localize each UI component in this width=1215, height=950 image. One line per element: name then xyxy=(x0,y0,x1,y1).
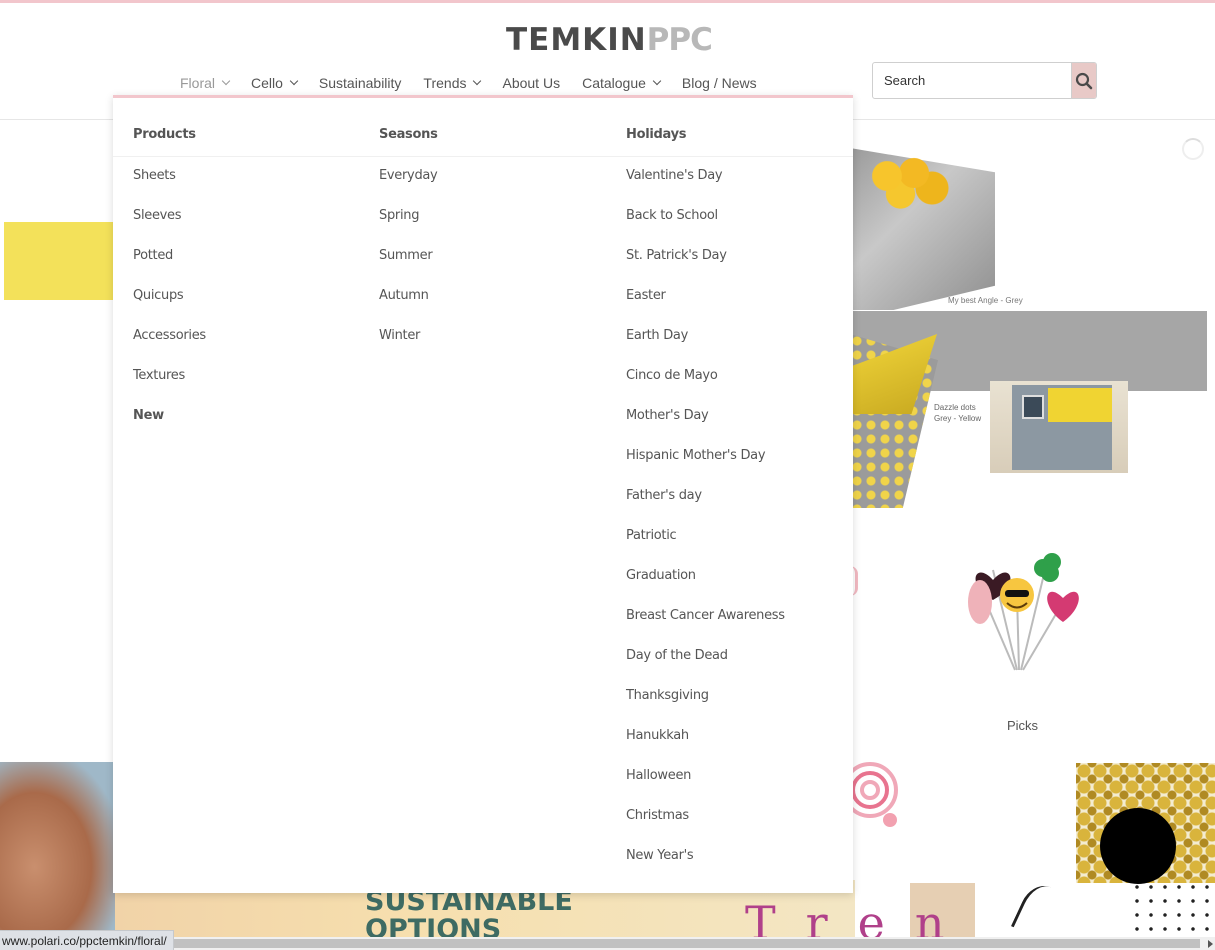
chevron-down-icon xyxy=(473,76,482,86)
nav-item-cello[interactable]: Cello xyxy=(251,75,299,91)
search-box xyxy=(872,62,1097,99)
menu-item-cinco-de-mayo[interactable]: Cinco de Mayo xyxy=(626,355,856,395)
menu-item-st-patricks-day[interactable]: St. Patrick's Day xyxy=(626,235,856,275)
caption-line: Grey - Yellow xyxy=(934,414,982,423)
browser-status-url: www.polari.co/ppctemkin/floral/ xyxy=(0,930,174,950)
search-icon xyxy=(1075,72,1093,89)
main-nav: Floral Cello Sustainability Trends About… xyxy=(180,72,779,94)
menu-item-sleeves[interactable]: Sleeves xyxy=(133,195,363,235)
menu-column-products: Products Sheets Sleeves Potted Quicups A… xyxy=(133,98,363,435)
search-button[interactable] xyxy=(1071,63,1096,98)
chevron-down-icon xyxy=(221,76,231,86)
chevron-down-icon xyxy=(289,76,299,86)
nav-item-about-us[interactable]: About Us xyxy=(502,75,560,91)
menu-item-everyday[interactable]: Everyday xyxy=(379,155,609,195)
floral-mega-menu: Products Sheets Sleeves Potted Quicups A… xyxy=(113,95,853,893)
chevron-down-icon xyxy=(652,76,662,86)
menu-item-mothers-day[interactable]: Mother's Day xyxy=(626,395,856,435)
pink-spiral-image xyxy=(850,762,898,827)
menu-item-summer[interactable]: Summer xyxy=(379,235,609,275)
menu-column-seasons: Seasons Everyday Spring Summer Autumn Wi… xyxy=(379,98,609,355)
menu-item-quicups[interactable]: Quicups xyxy=(133,275,363,315)
menu-item-easter[interactable]: Easter xyxy=(626,275,856,315)
menu-item-graduation[interactable]: Graduation xyxy=(626,555,856,595)
nav-item-sustainability[interactable]: Sustainability xyxy=(319,75,402,91)
horizontal-scrollbar[interactable] xyxy=(0,937,1215,950)
menu-item-back-to-school[interactable]: Back to School xyxy=(626,195,856,235)
pen-image xyxy=(1010,878,1070,944)
menu-item-breast-cancer-awareness[interactable]: Breast Cancer Awareness xyxy=(626,595,856,635)
nav-item-trends[interactable]: Trends xyxy=(423,75,482,91)
dot-pattern xyxy=(1130,880,1215,937)
menu-item-new[interactable]: New xyxy=(133,395,363,435)
menu-heading-products[interactable]: Products xyxy=(133,98,363,155)
image-caption-dazzle: Dazzle dots Grey - Yellow xyxy=(934,402,981,424)
nav-label: Cello xyxy=(251,75,283,91)
menu-item-day-of-the-dead[interactable]: Day of the Dead xyxy=(626,635,856,675)
logo-text: TEMKIN xyxy=(506,22,647,58)
nav-label: About Us xyxy=(502,75,561,91)
house-window xyxy=(1022,395,1044,419)
nav-label: Floral xyxy=(180,75,216,91)
menu-item-halloween[interactable]: Halloween xyxy=(626,755,856,795)
nav-label: Trends xyxy=(423,75,467,91)
image-caption: My best Angle - Grey xyxy=(948,296,1023,305)
menu-item-autumn[interactable]: Autumn xyxy=(379,275,609,315)
menu-column-holidays: Holidays Valentine's Day Back to School … xyxy=(626,98,856,875)
nav-label: Sustainability xyxy=(318,75,402,91)
brand-logo[interactable]: TEMKIN PPC xyxy=(506,22,713,58)
menu-item-accessories[interactable]: Accessories xyxy=(133,315,363,355)
logo-accent-text: PPC xyxy=(646,22,713,58)
nav-item-blog-news[interactable]: Blog / News xyxy=(682,75,757,91)
menu-item-christmas[interactable]: Christmas xyxy=(626,795,856,835)
loading-spinner-icon xyxy=(1182,138,1204,160)
nav-label: Blog / News xyxy=(681,75,757,91)
scroll-right-arrow-icon[interactable] xyxy=(1208,940,1213,948)
black-circle-decoration xyxy=(1100,808,1176,884)
picks-label[interactable]: Picks xyxy=(1007,718,1038,733)
menu-heading-seasons[interactable]: Seasons xyxy=(379,98,609,155)
menu-item-new-years[interactable]: New Year's xyxy=(626,835,856,875)
nav-label: Catalogue xyxy=(582,75,646,91)
menu-heading-holidays[interactable]: Holidays xyxy=(626,98,856,155)
menu-item-hanukkah[interactable]: Hanukkah xyxy=(626,715,856,755)
nav-item-floral[interactable]: Floral xyxy=(180,75,231,91)
menu-item-textures[interactable]: Textures xyxy=(133,355,363,395)
menu-item-spring[interactable]: Spring xyxy=(379,195,609,235)
picks-image[interactable] xyxy=(955,540,1085,680)
yellow-banner-block xyxy=(4,222,116,300)
search-input[interactable] xyxy=(873,63,1071,98)
menu-item-fathers-day[interactable]: Father's day xyxy=(626,475,856,515)
menu-item-patriotic[interactable]: Patriotic xyxy=(626,515,856,555)
caption-line: Dazzle dots xyxy=(934,403,976,412)
menu-item-hispanic-mothers-day[interactable]: Hispanic Mother's Day xyxy=(626,435,856,475)
menu-item-thanksgiving[interactable]: Thanksgiving xyxy=(626,675,856,715)
menu-item-earth-day[interactable]: Earth Day xyxy=(626,315,856,355)
house-yellow-wall xyxy=(1048,388,1112,422)
menu-item-sheets[interactable]: Sheets xyxy=(133,155,363,195)
menu-item-potted[interactable]: Potted xyxy=(133,235,363,275)
nav-item-catalogue[interactable]: Catalogue xyxy=(582,75,662,91)
menu-item-winter[interactable]: Winter xyxy=(379,315,609,355)
sustainable-options-heading: SUSTAINABLE OPTIONS xyxy=(365,888,573,944)
scrollbar-thumb[interactable] xyxy=(170,939,1200,948)
menu-item-valentines-day[interactable]: Valentine's Day xyxy=(626,155,856,195)
yellow-roses-image xyxy=(860,152,950,212)
hands-image[interactable] xyxy=(0,762,115,937)
